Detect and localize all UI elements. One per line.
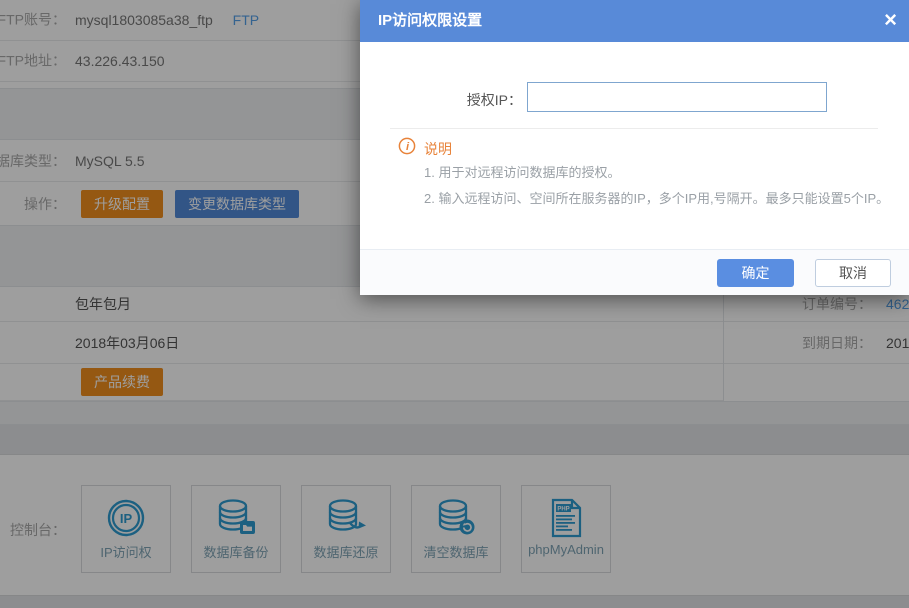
info-icon: i (398, 137, 416, 160)
svg-text:i: i (406, 141, 410, 153)
ip-access-settings-dialog: IP访问权限设置 × 授权IP： i 说明 1. 用于对远程访问数据库的授权。 … (360, 0, 909, 295)
note-title: 说明 (424, 139, 452, 159)
dialog-footer: 确定 取消 (360, 249, 909, 295)
note-line-2: 2. 输入远程访问、空间所在服务器的IP，多个IP用,号隔开。最多只能设置5个I… (424, 188, 889, 207)
cancel-button[interactable]: 取消 (815, 259, 891, 287)
auth-ip-input[interactable] (527, 82, 827, 112)
dialog-header: IP访问权限设置 × (360, 0, 909, 42)
note-line-1: 1. 用于对远程访问数据库的授权。 (424, 162, 620, 181)
dialog-title: IP访问权限设置 (378, 0, 482, 42)
close-icon[interactable]: × (884, 0, 897, 40)
app-root: 库FTP账号： mysql1803085a38_ftp FTP 库FTP地址： … (0, 0, 909, 608)
confirm-button[interactable]: 确定 (717, 259, 794, 287)
auth-ip-label: 授权IP： (467, 90, 522, 110)
dialog-divider (390, 128, 878, 129)
